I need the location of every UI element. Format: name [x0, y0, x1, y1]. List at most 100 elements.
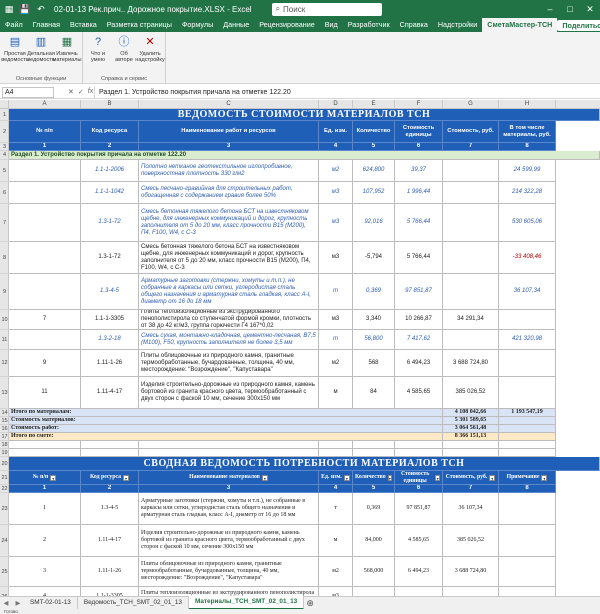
row-number-cell[interactable]: 9: [9, 350, 81, 377]
filter-dropdown-icon[interactable]: ▾: [489, 474, 496, 481]
cost-cell[interactable]: 385 026,52: [443, 525, 499, 557]
empty-cell[interactable]: [319, 449, 353, 457]
column-header[interactable]: D: [319, 100, 353, 108]
unit-price-cell[interactable]: [395, 587, 443, 596]
empty-cell[interactable]: [81, 449, 139, 457]
resource-code-cell[interactable]: 1.1-1-3305: [81, 310, 139, 330]
quantity-cell[interactable]: 0,369: [353, 493, 395, 525]
menu-tab[interactable]: СметаМастер-ТСН: [482, 18, 558, 32]
row-header[interactable]: 2: [0, 121, 9, 143]
total-label-cell[interactable]: Стоимость работ:: [9, 425, 443, 433]
total-cost-cell[interactable]: 5 301 589,65: [443, 417, 499, 425]
column-header[interactable]: F: [395, 100, 443, 108]
cost-cell[interactable]: [443, 204, 499, 242]
row-number-cell[interactable]: 1: [9, 493, 81, 525]
what-i-can-button[interactable]: ? Что и умею: [86, 34, 110, 75]
material-name-cell[interactable]: Изделия строительно-дорожные из природно…: [139, 525, 319, 557]
quantity-cell[interactable]: 84,000: [353, 525, 395, 557]
resource-code-cell[interactable]: 1.11-1-26: [81, 557, 139, 587]
resource-name-cell[interactable]: Полотно нетканое геотекстильное иглопроб…: [139, 160, 319, 182]
cost-cell[interactable]: 3 688 724,80: [443, 557, 499, 587]
materials-cost-cell[interactable]: 24 599,99: [499, 160, 556, 182]
unit-price-cell[interactable]: 39,37: [395, 160, 443, 182]
total-label-cell[interactable]: Итого по материалам:: [9, 409, 443, 417]
menu-tab[interactable]: Вставка: [65, 18, 102, 32]
resource-code-cell[interactable]: 1.3-1-72: [81, 242, 139, 274]
row-header[interactable]: 25: [0, 557, 9, 587]
total-cost-cell[interactable]: 4 108 042,66: [443, 409, 499, 417]
row-header[interactable]: 24: [0, 525, 9, 557]
row-header[interactable]: 1: [0, 109, 9, 121]
row-header[interactable]: 19: [0, 449, 9, 457]
row-number-cell[interactable]: [9, 182, 81, 204]
empty-cell[interactable]: [395, 441, 443, 449]
cost-cell[interactable]: [443, 330, 499, 350]
materials-cost-cell[interactable]: -33 408,46: [499, 242, 556, 274]
resource-name-cell[interactable]: Смесь сухая, монтажно-кладочная, цементн…: [139, 330, 319, 350]
unit-cell[interactable]: м2: [319, 350, 353, 377]
material-name-cell[interactable]: Плиты облицовочные из природного камня, …: [139, 557, 319, 587]
materials-cost-cell[interactable]: [499, 377, 556, 409]
unit-cell[interactable]: м3: [319, 242, 353, 274]
cost-cell[interactable]: 3 688 724,80: [443, 350, 499, 377]
cost-cell[interactable]: [443, 160, 499, 182]
resource-name-cell[interactable]: Изделия строительно-дорожные из природно…: [139, 377, 319, 409]
resource-code-cell[interactable]: 1.3-4-5: [81, 493, 139, 525]
resource-code-cell[interactable]: 1.11-4-17: [81, 525, 139, 557]
unit-price-cell[interactable]: 5 766,44: [395, 204, 443, 242]
unit-price-cell[interactable]: 6 494,23: [395, 350, 443, 377]
materials-cost-cell[interactable]: [499, 310, 556, 330]
cost-cell[interactable]: 34 291,34: [443, 310, 499, 330]
unit-price-cell[interactable]: 97 851,87: [395, 493, 443, 525]
cost-cell[interactable]: [443, 274, 499, 310]
note-cell[interactable]: [499, 587, 556, 596]
sheet-tab[interactable]: SMT-02-01-13: [24, 597, 78, 609]
quantity-cell[interactable]: 107,952: [353, 182, 395, 204]
quantity-cell[interactable]: 624,800: [353, 160, 395, 182]
resource-code-cell[interactable]: 1.1-1-1042: [81, 182, 139, 204]
row-number-cell[interactable]: [9, 274, 81, 310]
resource-code-cell[interactable]: 1.11-4-17: [81, 377, 139, 409]
total-materials-cell[interactable]: [499, 425, 556, 433]
menu-tab[interactable]: Данные: [218, 18, 254, 32]
cost-cell[interactable]: 385 026,52: [443, 377, 499, 409]
sheet-tab[interactable]: Ведомость_ТСН_SMT_02_01_13: [78, 597, 189, 609]
row-number-cell[interactable]: 7: [9, 310, 81, 330]
empty-cell[interactable]: [499, 441, 556, 449]
unit-cell[interactable]: т: [319, 493, 353, 525]
empty-cell[interactable]: [395, 449, 443, 457]
add-sheet-icon[interactable]: ⊕: [304, 597, 316, 609]
total-label-cell[interactable]: Итого по смете:: [9, 433, 443, 441]
cells-area[interactable]: ВЕДОМОСТЬ СТОИМОСТИ МАТЕРИАЛОВ ТСН № п/п К…: [9, 109, 600, 596]
materials-cost-cell[interactable]: [499, 350, 556, 377]
row-number-cell[interactable]: 2: [9, 525, 81, 557]
simple-list-button[interactable]: ▤ Простая ведомость: [1, 34, 29, 75]
empty-cell[interactable]: [443, 441, 499, 449]
unit-cell[interactable]: м3: [319, 182, 353, 204]
unit-cell[interactable]: м2: [319, 557, 353, 587]
unit-cell[interactable]: м: [319, 377, 353, 409]
row-number-cell[interactable]: [9, 330, 81, 350]
material-name-cell[interactable]: Плиты теплоизоляционные из экструдирован…: [139, 587, 319, 596]
resource-name-cell[interactable]: Смесь бетонная тяжелого бетона БСТ на из…: [139, 204, 319, 242]
row-header[interactable]: 23: [0, 493, 9, 525]
unit-cell[interactable]: м3: [319, 310, 353, 330]
menu-tab[interactable]: Разметка страницы: [102, 18, 177, 32]
unit-price-cell[interactable]: 6 494,23: [395, 557, 443, 587]
quantity-cell[interactable]: -5,794: [353, 242, 395, 274]
resource-name-cell[interactable]: Арматурные заготовки (стержни, хомуты и …: [139, 274, 319, 310]
empty-cell[interactable]: [81, 441, 139, 449]
material-name-cell[interactable]: Арматурные заготовки (стержни, хомуты и …: [139, 493, 319, 525]
sheet-tab[interactable]: Материалы_ТСН_SMT_02_01_13: [188, 596, 305, 610]
total-label-cell[interactable]: Стоимость материалов:: [9, 417, 443, 425]
column-header[interactable]: H: [499, 100, 556, 108]
empty-cell[interactable]: [139, 441, 319, 449]
unit-cell[interactable]: м2: [319, 160, 353, 182]
quantity-cell[interactable]: 56,800: [353, 330, 395, 350]
empty-cell[interactable]: [319, 441, 353, 449]
row-header[interactable]: 26: [0, 587, 9, 597]
unit-price-cell[interactable]: 97 851,87: [395, 274, 443, 310]
empty-cell[interactable]: [353, 449, 395, 457]
row-header[interactable]: 4: [0, 151, 9, 160]
resource-name-cell[interactable]: Смесь бетонная тяжелого бетона БСТ на из…: [139, 242, 319, 274]
